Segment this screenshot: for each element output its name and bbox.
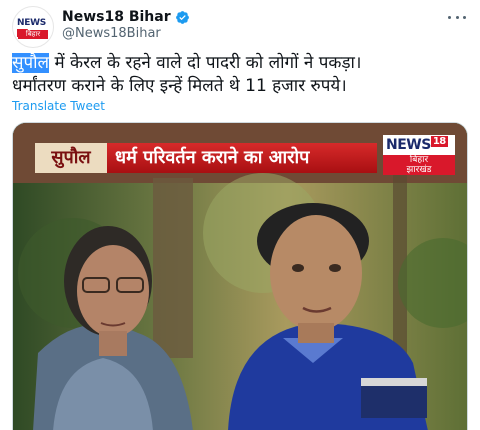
tweet-text-line-2: धर्मांतरण कराने के लिए इन्हें मिलते थे 1… — [12, 76, 347, 96]
channel-logo-region: बिहार झारखंड — [383, 155, 455, 175]
verified-badge-icon — [175, 10, 189, 24]
tweet: NEWS18 बिहार News18 Bihar @News18Bihar स… — [0, 0, 480, 430]
banner-headline: धर्म परिवर्तन कराने का आरोप — [107, 143, 377, 173]
channel-logo-region-1: बिहार — [409, 155, 429, 165]
translate-tweet-link[interactable]: Translate Tweet — [12, 99, 105, 113]
avatar-logo-text: NEWS — [17, 18, 46, 28]
avatar-logo-region: बिहार — [18, 30, 48, 39]
avatar-logo: NEWS18 — [17, 17, 50, 37]
channel-logo-number: 18 — [430, 136, 448, 147]
banner-location: सुपौल — [35, 143, 107, 173]
account-handle[interactable]: @News18Bihar — [62, 26, 161, 41]
avatar[interactable]: NEWS18 बिहार — [12, 6, 54, 48]
tweet-text-line-1: सुपौल में केरल के रहने वाले दो पादरी को … — [12, 52, 472, 75]
display-name[interactable]: News18 Bihar — [62, 9, 171, 25]
selected-text: सुपौल — [12, 53, 50, 73]
tweet-text-line-1-rest: में केरल के रहने वाले दो पादरी को लोगों … — [49, 53, 362, 73]
channel-logo: NEWS 18 बिहार झारखंड — [383, 135, 455, 175]
tweet-media[interactable]: सुपौल धर्म परिवर्तन कराने का आरोप NEWS 18… — [12, 122, 468, 430]
more-options-icon[interactable] — [448, 8, 466, 26]
channel-logo-text: NEWS — [386, 137, 431, 153]
account-name-row[interactable]: News18 Bihar — [62, 8, 190, 26]
channel-logo-region-2: झारखंड — [406, 165, 432, 175]
channel-logo-top: NEWS 18 — [383, 135, 455, 155]
tweet-text: सुपौल में केरल के रहने वाले दो पादरी को … — [12, 52, 472, 98]
